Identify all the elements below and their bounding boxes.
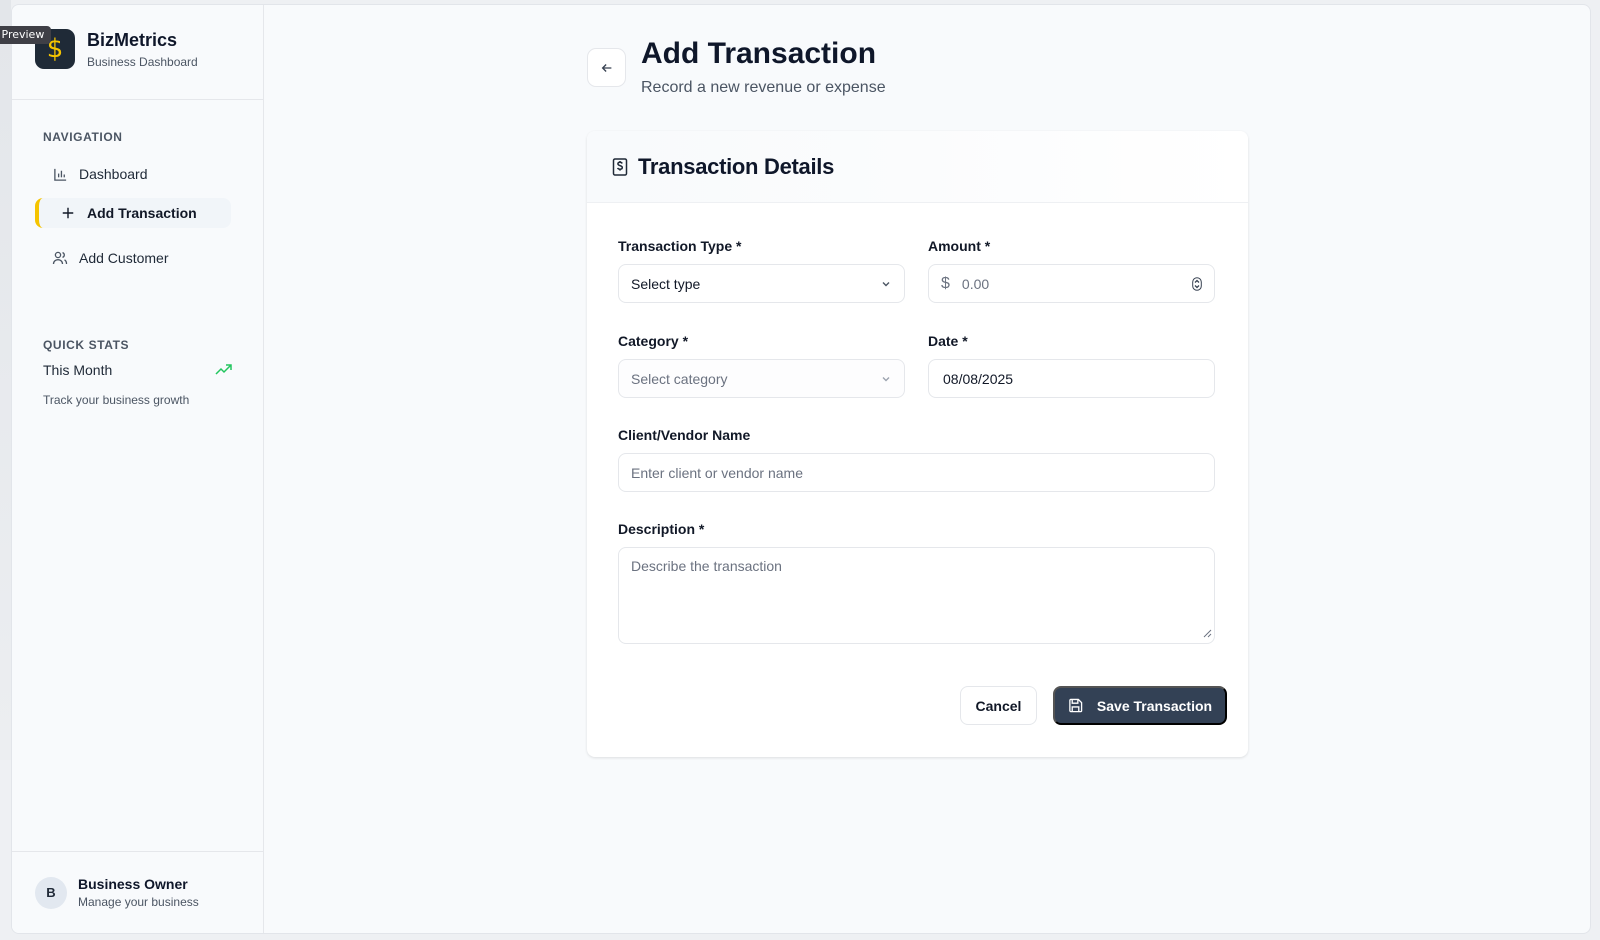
arrow-left-icon <box>600 61 614 75</box>
sidebar-item-label: Add Customer <box>79 250 169 266</box>
cancel-button[interactable]: Cancel <box>960 686 1037 725</box>
transaction-type-value: Select type <box>631 275 701 292</box>
left-edge <box>0 0 11 760</box>
sidebar-item-label: Dashboard <box>79 166 148 182</box>
user-profile[interactable]: B Business Owner Manage your business <box>35 876 199 909</box>
client-vendor-placeholder: Enter client or vendor name <box>631 464 803 481</box>
chevron-down-icon <box>880 278 892 290</box>
sidebar-item-dashboard[interactable]: Dashboard <box>43 158 239 190</box>
description-textarea[interactable]: Describe the transaction <box>618 547 1215 644</box>
brand-name: BizMetrics <box>87 29 178 50</box>
dollar-icon: $ <box>941 274 950 292</box>
save-icon <box>1068 698 1083 713</box>
preview-tag: Preview <box>0 26 52 44</box>
sidebar-item-add-transaction[interactable]: Add Transaction <box>35 198 231 228</box>
transaction-form-card: Transaction Details Transaction Type * S… <box>587 131 1248 757</box>
amount-placeholder: 0.00 <box>961 275 990 292</box>
app-window: $ BizMetrics Business Dashboard NAVIGATI… <box>11 4 1591 934</box>
plus-icon <box>59 204 77 222</box>
sidebar: $ BizMetrics Business Dashboard NAVIGATI… <box>12 5 264 933</box>
user-subtitle: Manage your business <box>78 895 199 909</box>
save-button-label: Save Transaction <box>1096 697 1213 714</box>
date-label: Date * <box>928 333 968 349</box>
category-label: Category * <box>618 333 689 349</box>
client-vendor-input[interactable]: Enter client or vendor name <box>618 453 1215 492</box>
save-transaction-button[interactable]: Save Transaction <box>1053 686 1227 725</box>
category-select[interactable]: Select category <box>618 359 905 398</box>
date-value: 08/08/2025 <box>943 370 1014 387</box>
divider <box>12 851 263 852</box>
user-name: Business Owner <box>78 876 188 892</box>
bar-chart-icon <box>51 165 69 183</box>
card-header: Transaction Details <box>587 131 1248 203</box>
nav-heading: NAVIGATION <box>43 130 123 144</box>
stats-title: This Month <box>43 362 113 378</box>
page-subtitle: Record a new revenue or expense <box>641 79 886 96</box>
card-title: Transaction Details <box>638 153 835 179</box>
stats-subtitle: Track your business growth <box>43 393 190 407</box>
amount-label: Amount * <box>928 238 991 254</box>
avatar: B <box>35 876 67 909</box>
receipt-icon <box>612 157 628 176</box>
users-icon <box>51 249 69 267</box>
brand[interactable]: $ BizMetrics Business Dashboard <box>35 29 198 69</box>
description-label: Description * <box>618 521 705 537</box>
description-placeholder: Describe the transaction <box>631 558 782 574</box>
page-title: Add Transaction <box>641 37 877 70</box>
resize-handle-icon[interactable] <box>1203 625 1212 641</box>
sidebar-item-add-customer[interactable]: Add Customer <box>43 242 239 274</box>
chevron-down-icon <box>880 373 892 385</box>
category-value: Select category <box>631 370 728 387</box>
trending-up-icon <box>215 363 233 382</box>
back-button[interactable] <box>587 48 626 87</box>
brand-subtitle: Business Dashboard <box>87 54 198 69</box>
transaction-type-select[interactable]: Select type <box>618 264 905 303</box>
divider <box>12 99 263 100</box>
amount-input[interactable]: $ 0.00 <box>928 264 1215 303</box>
stats-heading: QUICK STATS <box>43 338 130 352</box>
client-vendor-label: Client/Vendor Name <box>618 427 751 443</box>
number-spinner-icon[interactable] <box>1192 276 1202 291</box>
date-input[interactable]: 08/08/2025 <box>928 359 1215 398</box>
transaction-type-label: Transaction Type * <box>618 238 742 254</box>
sidebar-item-label: Add Transaction <box>87 205 197 221</box>
